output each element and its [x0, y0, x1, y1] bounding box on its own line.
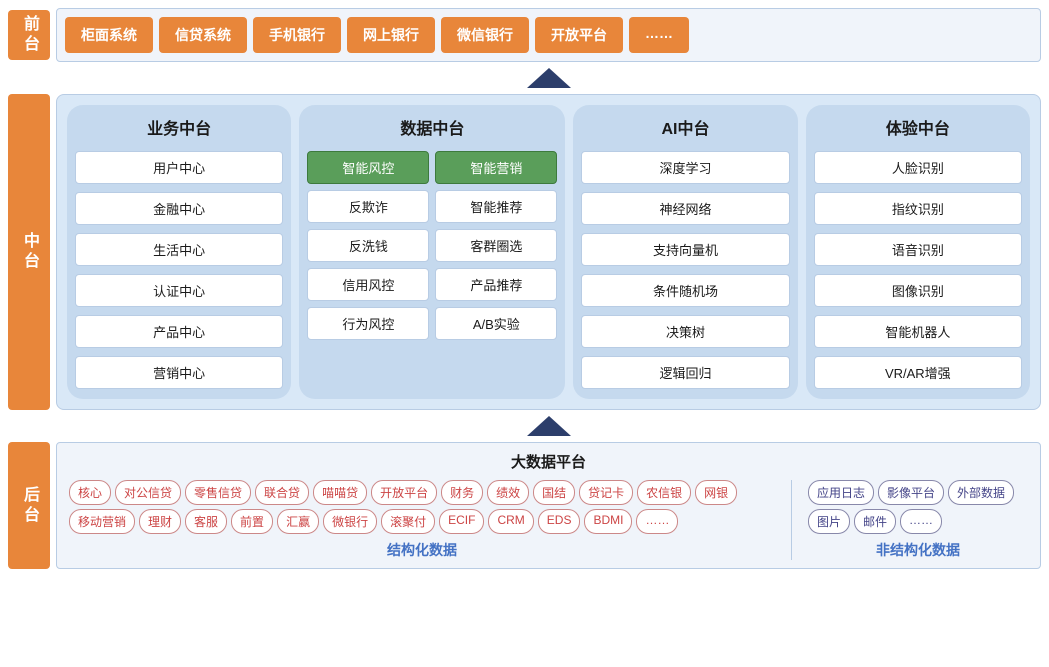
qiantai-item: 开放平台 [535, 17, 623, 53]
zhongtai-content: 业务中台 用户中心 金融中心 生活中心 认证中心 产品中心 营销中心 数据中台 … [56, 94, 1041, 410]
structured-tag: 核心 [69, 480, 111, 505]
ai-item: 支持向量机 [581, 233, 789, 266]
qiantai-label: 前台 [8, 10, 50, 60]
tiyan-zhongtai-section: 体验中台 人脸识别 指纹识别 语音识别 图像识别 智能机器人 VR/AR增强 [806, 105, 1030, 399]
structured-tag: BDMI [584, 509, 632, 534]
structured-tag: 微银行 [323, 509, 377, 534]
structured-tag: 汇赢 [277, 509, 319, 534]
structured-tag: 财务 [441, 480, 483, 505]
structured-row2: 移动营销 理财 客服 前置 汇赢 微银行 滚聚付 ECIF CRM EDS BD… [69, 509, 775, 534]
structured-tag: 国结 [533, 480, 575, 505]
structured-tag: 对公信贷 [115, 480, 181, 505]
main-container: 前台 柜面系统 信贷系统 手机银行 网上银行 微信银行 开放平台 …… 中台 业… [0, 0, 1049, 667]
qiantai-item: 微信银行 [441, 17, 529, 53]
yewu-title: 业务中台 [147, 115, 211, 139]
zhongtai-label: 中台 [8, 94, 50, 410]
structured-tag: 前置 [231, 509, 273, 534]
shuju-title: 数据中台 [400, 115, 464, 139]
tiyan-item: VR/AR增强 [814, 356, 1022, 389]
arrow-down-1 [56, 68, 1041, 88]
structured-tag: 喵喵贷 [313, 480, 367, 505]
unstructured-label: 非结构化数据 [808, 540, 1028, 560]
shuju-item-white: 反洗钱 [307, 229, 429, 262]
structured-tag: 绩效 [487, 480, 529, 505]
structured-data-section: 核心 对公信贷 零售信贷 联合贷 喵喵贷 开放平台 财务 绩效 国结 贷记卡 农… [69, 480, 775, 560]
structured-tag: 客服 [185, 509, 227, 534]
tiyan-title: 体验中台 [886, 115, 950, 139]
ai-title: AI中台 [661, 115, 709, 139]
yewu-item: 认证中心 [75, 274, 283, 307]
zhongtai-row: 中台 业务中台 用户中心 金融中心 生活中心 认证中心 产品中心 营销中心 数据… [8, 94, 1041, 410]
shuju-item-white: 产品推荐 [435, 268, 557, 301]
houtai-row: 后台 大数据平台 核心 对公信贷 零售信贷 联合贷 喵喵贷 开放平台 财务 绩效… [8, 442, 1041, 569]
qiantai-item: 柜面系统 [65, 17, 153, 53]
shuju-col1: 智能风控 反欺诈 反洗钱 信用风控 行为风控 [307, 151, 429, 340]
tiyan-item: 人脸识别 [814, 151, 1022, 184]
shuju-inner: 智能风控 反欺诈 反洗钱 信用风控 行为风控 智能营销 智能推荐 客群圈选 产品… [307, 151, 557, 340]
shuju-item-green: 智能风控 [307, 151, 429, 184]
structured-label: 结构化数据 [69, 540, 775, 560]
houtai-label: 后台 [8, 442, 50, 569]
structured-tag: CRM [488, 509, 533, 534]
qiantai-item: 手机银行 [253, 17, 341, 53]
tiyan-item: 语音识别 [814, 233, 1022, 266]
structured-tag: 农信银 [637, 480, 691, 505]
unstructured-tag: …… [900, 509, 942, 534]
yewu-item: 营销中心 [75, 356, 283, 389]
divider [791, 480, 792, 560]
structured-tag: EDS [538, 509, 581, 534]
yewu-item: 产品中心 [75, 315, 283, 348]
structured-tag: …… [636, 509, 678, 534]
shuju-col2: 智能营销 智能推荐 客群圈选 产品推荐 A/B实验 [435, 151, 557, 340]
structured-tag: ECIF [439, 509, 484, 534]
tiyan-item: 智能机器人 [814, 315, 1022, 348]
structured-tag: 滚聚付 [381, 509, 435, 534]
shuju-item-white: A/B实验 [435, 307, 557, 340]
qiantai-item: 网上银行 [347, 17, 435, 53]
houtai-inner: 核心 对公信贷 零售信贷 联合贷 喵喵贷 开放平台 财务 绩效 国结 贷记卡 农… [69, 480, 1028, 560]
yewu-item: 用户中心 [75, 151, 283, 184]
qiantai-row: 前台 柜面系统 信贷系统 手机银行 网上银行 微信银行 开放平台 …… [8, 8, 1041, 62]
tiyan-item: 图像识别 [814, 274, 1022, 307]
qiantai-items: 柜面系统 信贷系统 手机银行 网上银行 微信银行 开放平台 …… [56, 8, 1041, 62]
structured-tag: 开放平台 [371, 480, 437, 505]
shuju-item-white: 信用风控 [307, 268, 429, 301]
structured-tag: 贷记卡 [579, 480, 633, 505]
unstructured-tag: 外部数据 [948, 480, 1014, 505]
ai-item: 深度学习 [581, 151, 789, 184]
structured-row1: 核心 对公信贷 零售信贷 联合贷 喵喵贷 开放平台 财务 绩效 国结 贷记卡 农… [69, 480, 775, 505]
shuju-item-green: 智能营销 [435, 151, 557, 184]
unstructured-tag: 图片 [808, 509, 850, 534]
ai-item: 神经网络 [581, 192, 789, 225]
ai-zhongtai-section: AI中台 深度学习 神经网络 支持向量机 条件随机场 决策树 逻辑回归 [573, 105, 797, 399]
yewu-zhongtai-section: 业务中台 用户中心 金融中心 生活中心 认证中心 产品中心 营销中心 [67, 105, 291, 399]
ai-item: 条件随机场 [581, 274, 789, 307]
ai-item: 逻辑回归 [581, 356, 789, 389]
qiantai-item: 信贷系统 [159, 17, 247, 53]
structured-tag: 网银 [695, 480, 737, 505]
shuju-item-white: 客群圈选 [435, 229, 557, 262]
structured-tag: 零售信贷 [185, 480, 251, 505]
structured-tag: 移动营销 [69, 509, 135, 534]
shuju-item-white: 反欺诈 [307, 190, 429, 223]
arrow-down-2 [56, 416, 1041, 436]
unstructured-row2: 图片 邮件 …… [808, 509, 1028, 534]
unstructured-row1: 应用日志 影像平台 外部数据 [808, 480, 1028, 505]
qiantai-item: …… [629, 17, 689, 53]
unstructured-tag: 邮件 [854, 509, 896, 534]
structured-tag: 理财 [139, 509, 181, 534]
unstructured-tag: 影像平台 [878, 480, 944, 505]
unstructured-data-section: 应用日志 影像平台 外部数据 图片 邮件 …… 非结构化数据 [808, 480, 1028, 560]
houtai-content: 大数据平台 核心 对公信贷 零售信贷 联合贷 喵喵贷 开放平台 财务 绩效 国结… [56, 442, 1041, 569]
shuju-zhongtai-section: 数据中台 智能风控 反欺诈 反洗钱 信用风控 行为风控 智能营销 智能推荐 客群… [299, 105, 565, 399]
unstructured-tag: 应用日志 [808, 480, 874, 505]
yewu-item: 生活中心 [75, 233, 283, 266]
ai-item: 决策树 [581, 315, 789, 348]
shuju-item-white: 智能推荐 [435, 190, 557, 223]
tiyan-item: 指纹识别 [814, 192, 1022, 225]
big-data-title: 大数据平台 [69, 451, 1028, 472]
yewu-item: 金融中心 [75, 192, 283, 225]
shuju-item-white: 行为风控 [307, 307, 429, 340]
structured-tag: 联合贷 [255, 480, 309, 505]
